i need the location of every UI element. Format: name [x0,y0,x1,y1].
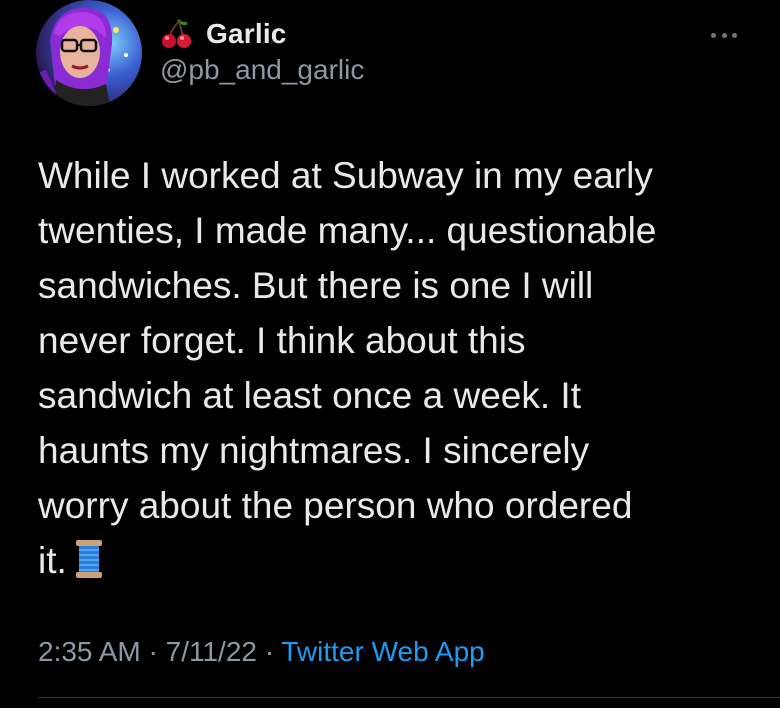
tweet-line: While I worked at Subway in my early [38,155,653,196]
tweet-line: twenties, I made many... questionable [38,210,657,251]
dot [721,32,727,38]
source-app-link[interactable]: Twitter Web App [281,636,484,667]
tweet: Garlic @pb_and_garlic While I worked at … [0,0,780,708]
tweet-line: sandwich at least once a week. It [38,375,581,416]
tweet-text: While I worked at Subway in my early twe… [38,148,758,588]
username-handle[interactable]: @pb_and_garlic [160,54,364,86]
more-options-icon[interactable] [711,30,737,40]
cherries-icon [162,19,191,48]
tweet-time[interactable]: 2:35 AM [38,636,141,667]
tweet-line: worry about the person who ordered [38,485,633,526]
avatar[interactable] [36,0,142,106]
tweet-date[interactable]: 7/11/22 [166,636,257,667]
divider [38,697,780,698]
tweet-line: never forget. I think about this [38,320,526,361]
dot [711,32,716,38]
thread-spool-icon [75,540,102,578]
author-name-row[interactable]: Garlic [160,14,287,54]
meta-separator: · [140,636,166,667]
tweet-line: haunts my nightmares. I sincerely [38,430,590,471]
meta-separator: · [256,636,282,667]
tweet-meta: 2:35 AM · 7/11/22 · Twitter Web App [38,636,485,668]
tweet-line: it. [38,540,67,581]
dot [732,32,737,38]
avatar-image [36,0,142,106]
tweet-line: sandwiches. But there is one I will [38,265,594,306]
display-name[interactable]: Garlic [206,18,287,50]
